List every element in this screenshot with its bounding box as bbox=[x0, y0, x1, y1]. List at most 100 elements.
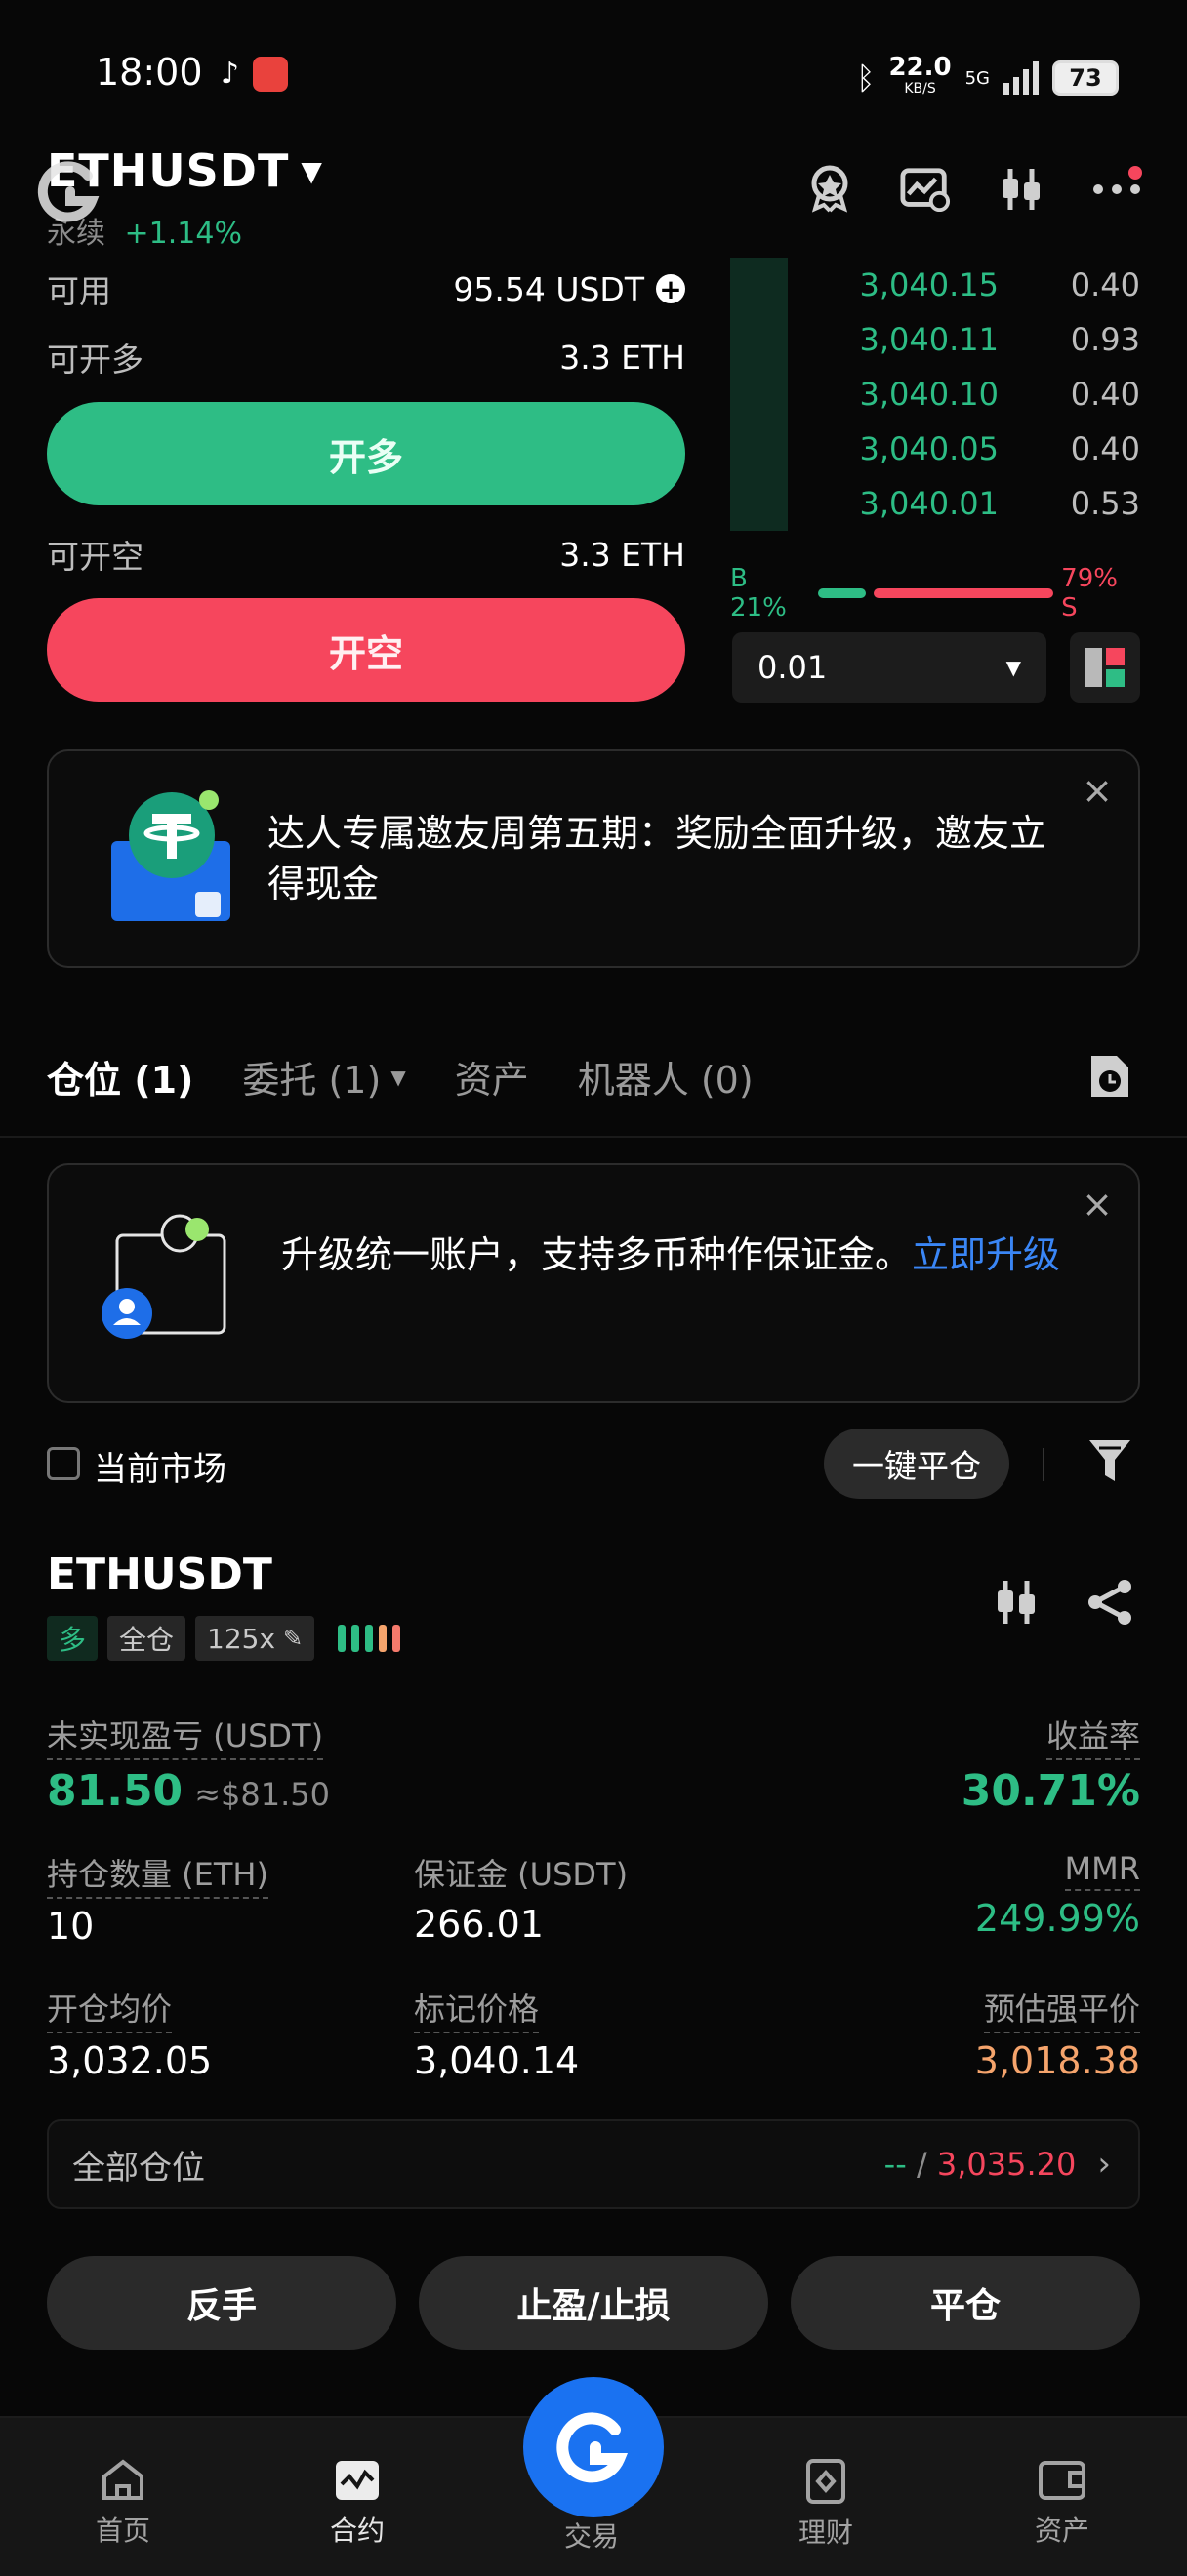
earn-icon bbox=[806, 2459, 845, 2504]
promo-invite-text: 达人专属邀友周第五期：奖励全面升级，邀友立得现金 bbox=[267, 812, 1047, 906]
can-short-label: 可开空 bbox=[47, 538, 143, 576]
depth-bar bbox=[730, 476, 788, 531]
chart-settings-icon[interactable] bbox=[900, 164, 951, 215]
position-qty: 持仓数量 (ETH) 10 bbox=[47, 1850, 268, 1948]
close-position-button[interactable]: 平仓 bbox=[791, 2256, 1140, 2350]
position-symbol[interactable]: ETHUSDT bbox=[47, 1550, 272, 1599]
reverse-button[interactable]: 反手 bbox=[47, 2256, 396, 2350]
nav-futures[interactable]: 合约 bbox=[299, 2459, 416, 2549]
more-icon[interactable] bbox=[1091, 164, 1142, 215]
status-time: 18:00 bbox=[96, 51, 203, 94]
tab-orders[interactable]: 委托 (1) ▼ bbox=[242, 1050, 405, 1104]
can-long-label: 可开多 bbox=[47, 341, 143, 379]
depth-bar bbox=[730, 312, 788, 367]
mark-price: 标记价格 3,040.14 bbox=[414, 1985, 579, 2082]
precision-select[interactable]: 0.01 ▼ bbox=[732, 632, 1046, 703]
trade-logo-icon bbox=[556, 2412, 629, 2483]
risk-level-icon bbox=[338, 1625, 401, 1652]
mmr: MMR 249.99% bbox=[975, 1850, 1140, 1940]
tiktok-icon: ♪ bbox=[221, 57, 240, 91]
wallet-icon bbox=[1039, 2461, 1085, 2500]
promo-card-unified-account[interactable]: × 升级统一账户，支持多币种作保证金。立即升级 bbox=[47, 1163, 1140, 1403]
chevron-right-icon: › bbox=[1097, 2145, 1111, 2184]
orderbook-row[interactable]: 3,040.01 0.53 bbox=[730, 476, 1140, 531]
candlestick-icon[interactable] bbox=[992, 1579, 1041, 1630]
unrealized-pnl-label[interactable]: 未实现盈亏 (USDT) bbox=[47, 1711, 324, 1760]
current-market-checkbox[interactable] bbox=[47, 1447, 80, 1480]
nav-earn[interactable]: 理财 bbox=[767, 2459, 884, 2551]
tab-bots[interactable]: 机器人 (0) bbox=[578, 1050, 754, 1104]
tab-divider bbox=[0, 1136, 1187, 1138]
tab-orders-label: 委托 (1) bbox=[242, 1059, 382, 1102]
nav-trade-label-wrap: 交易 bbox=[533, 2516, 650, 2555]
current-market-label: 当前市场 bbox=[94, 1450, 226, 1489]
share-icon[interactable] bbox=[1085, 1579, 1134, 1630]
leverage-tag[interactable]: 125x ✎ bbox=[195, 1616, 315, 1661]
position-tabs: 仓位 (1) 委托 (1) ▼ 资产 机器人 (0) bbox=[47, 1050, 754, 1104]
orderbook-row[interactable]: 3,040.10 0.40 bbox=[730, 367, 1140, 422]
status-right: ᛒ 22.0 KB/S 5G 73 bbox=[856, 55, 1119, 100]
entry-price: 开仓均价 3,032.05 bbox=[47, 1985, 212, 2082]
margin-value: 266.01 bbox=[414, 1903, 544, 1946]
orderbook-row[interactable]: 3,040.05 0.40 bbox=[730, 422, 1140, 476]
available-row: 可用 95.54 USDT + bbox=[47, 265, 685, 312]
filter-icon[interactable] bbox=[1087, 1438, 1132, 1489]
net-type: 5G bbox=[964, 67, 990, 89]
mark-price-label[interactable]: 标记价格 bbox=[414, 1985, 540, 2033]
caret-down-icon: ▼ bbox=[390, 1065, 406, 1089]
tab-assets[interactable]: 资产 bbox=[455, 1050, 529, 1104]
nav-futures-label: 合约 bbox=[329, 2515, 385, 2547]
mark-price-value: 3,040.14 bbox=[414, 2039, 580, 2082]
tether-promo-icon bbox=[109, 790, 236, 927]
promo-card-invite[interactable]: × 达人专属邀友周第五期：奖励全面升级，邀友立得现金 bbox=[47, 749, 1140, 968]
promo-unified-body: 升级统一账户，支持多币种作保证金。 bbox=[281, 1233, 913, 1276]
depth-bar bbox=[730, 422, 788, 476]
nav-home-label: 首页 bbox=[95, 2515, 150, 2547]
all-positions-value-b: 3,035.20 bbox=[936, 2146, 1077, 2183]
leverage-value: 125x bbox=[207, 1622, 276, 1655]
chevron-down-icon: ▼ bbox=[301, 154, 323, 187]
open-long-button[interactable]: 开多 bbox=[47, 402, 685, 505]
close-all-button[interactable]: 一键平仓 bbox=[824, 1429, 1009, 1499]
futures-icon bbox=[336, 2461, 379, 2500]
mmr-label[interactable]: MMR bbox=[1064, 1850, 1140, 1891]
all-positions-row[interactable]: 全部仓位 -- / 3,035.20 › bbox=[47, 2119, 1140, 2209]
history-icon[interactable] bbox=[1087, 1052, 1132, 1105]
all-positions-value-a: -- bbox=[883, 2146, 907, 2183]
entry-price-label[interactable]: 开仓均价 bbox=[47, 1985, 173, 2033]
tpsl-button[interactable]: 止盈/止损 bbox=[419, 2256, 768, 2350]
unrealized-pnl-value: 81.50 bbox=[47, 1766, 184, 1816]
add-funds-icon[interactable]: + bbox=[656, 273, 685, 305]
orderbook-row[interactable]: 3,040.15 0.40 bbox=[730, 258, 1140, 312]
margin: 保证金 (USDT) 266.01 bbox=[414, 1850, 628, 1946]
can-short-row: 可开空 3.3 ETH bbox=[47, 531, 685, 578]
can-long-row: 可开多 3.3 ETH bbox=[47, 334, 685, 381]
tab-positions[interactable]: 仓位 (1) bbox=[47, 1050, 193, 1104]
nav-home[interactable]: 首页 bbox=[64, 2459, 182, 2549]
close-icon[interactable]: × bbox=[1080, 772, 1115, 809]
orderbook-layout-button[interactable] bbox=[1070, 632, 1140, 703]
liquidation-price-label[interactable]: 预估强平价 bbox=[983, 1985, 1140, 2033]
upgrade-link[interactable]: 立即升级 bbox=[912, 1233, 1060, 1276]
edit-icon: ✎ bbox=[283, 1625, 304, 1652]
position-qty-label[interactable]: 持仓数量 (ETH) bbox=[47, 1850, 268, 1899]
entry-price-value: 3,032.05 bbox=[47, 2039, 213, 2082]
unrealized-pnl: 未实现盈亏 (USDT) 81.50 ≈$81.50 bbox=[47, 1711, 330, 1816]
candlestick-icon[interactable] bbox=[996, 164, 1046, 215]
price-change: +1.14% bbox=[124, 217, 242, 251]
trade-fab-button[interactable] bbox=[523, 2377, 664, 2517]
nav-trade-label: 交易 bbox=[563, 2520, 619, 2553]
buy-ratio-bar bbox=[818, 588, 867, 598]
orderbook-row[interactable]: 3,040.11 0.93 bbox=[730, 312, 1140, 367]
can-short-value: 3.3 ETH bbox=[559, 535, 685, 574]
margin-label[interactable]: 保证金 (USDT) bbox=[414, 1850, 628, 1897]
margin-mode-tag[interactable]: 全仓 bbox=[107, 1616, 186, 1661]
badge-icon[interactable] bbox=[804, 164, 855, 215]
app-icons: ♪ bbox=[221, 57, 289, 92]
roe-label[interactable]: 收益率 bbox=[1045, 1711, 1140, 1760]
nav-assets[interactable]: 资产 bbox=[1003, 2459, 1121, 2549]
sell-ratio-bar bbox=[874, 588, 1054, 598]
open-short-button[interactable]: 开空 bbox=[47, 598, 685, 702]
close-icon[interactable]: × bbox=[1080, 1186, 1115, 1223]
unified-account-icon bbox=[102, 1212, 228, 1348]
